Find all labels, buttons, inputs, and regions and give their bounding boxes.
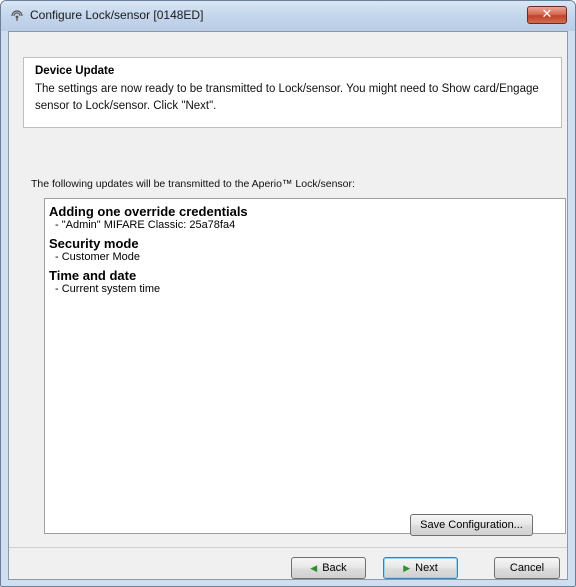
- wireless-lock-icon: [11, 10, 23, 21]
- title-bar[interactable]: Configure Lock/sensor [0148ED] ✕: [1, 1, 575, 31]
- dialog-client-area: Device Update The settings are now ready…: [8, 31, 568, 580]
- update-section-item: - Current system time: [55, 283, 161, 295]
- update-section-item: - "Admin" MIFARE Classic: 25a78fa4: [55, 219, 236, 231]
- update-section-title: Time and date: [49, 268, 137, 283]
- arrow-left-icon: ◀: [310, 563, 318, 573]
- updates-list-box[interactable]: Adding one override credentials - "Admin…: [44, 198, 566, 534]
- update-section-title: Adding one override credentials: [49, 204, 248, 219]
- close-button[interactable]: ✕: [527, 6, 567, 24]
- intro-text: The following updates will be transmitte…: [31, 178, 355, 190]
- back-button-label: Back: [322, 562, 347, 574]
- header-title: Device Update: [35, 65, 115, 77]
- update-section: Time and date - Current system time: [49, 268, 160, 296]
- update-section: Adding one override credentials - "Admin…: [49, 204, 248, 232]
- next-button-label: Next: [415, 562, 438, 574]
- next-button[interactable]: ▶ Next: [383, 557, 458, 579]
- arrow-right-icon: ▶: [403, 563, 411, 573]
- update-section: Security mode - Customer Mode: [49, 236, 140, 264]
- close-icon: ✕: [541, 7, 553, 22]
- dialog-window: Configure Lock/sensor [0148ED] ✕ Device …: [0, 0, 576, 587]
- header-description: The settings are now ready to be transmi…: [35, 83, 539, 112]
- save-configuration-button[interactable]: Save Configuration...: [410, 514, 533, 536]
- update-section-item: - Customer Mode: [55, 251, 140, 263]
- footer-divider: [9, 547, 567, 548]
- header-panel: Device Update The settings are now ready…: [23, 57, 562, 128]
- cancel-button[interactable]: Cancel: [494, 557, 560, 579]
- update-section-title: Security mode: [49, 236, 139, 251]
- window-title: Configure Lock/sensor [0148ED]: [30, 8, 204, 22]
- back-button[interactable]: ◀ Back: [291, 557, 366, 579]
